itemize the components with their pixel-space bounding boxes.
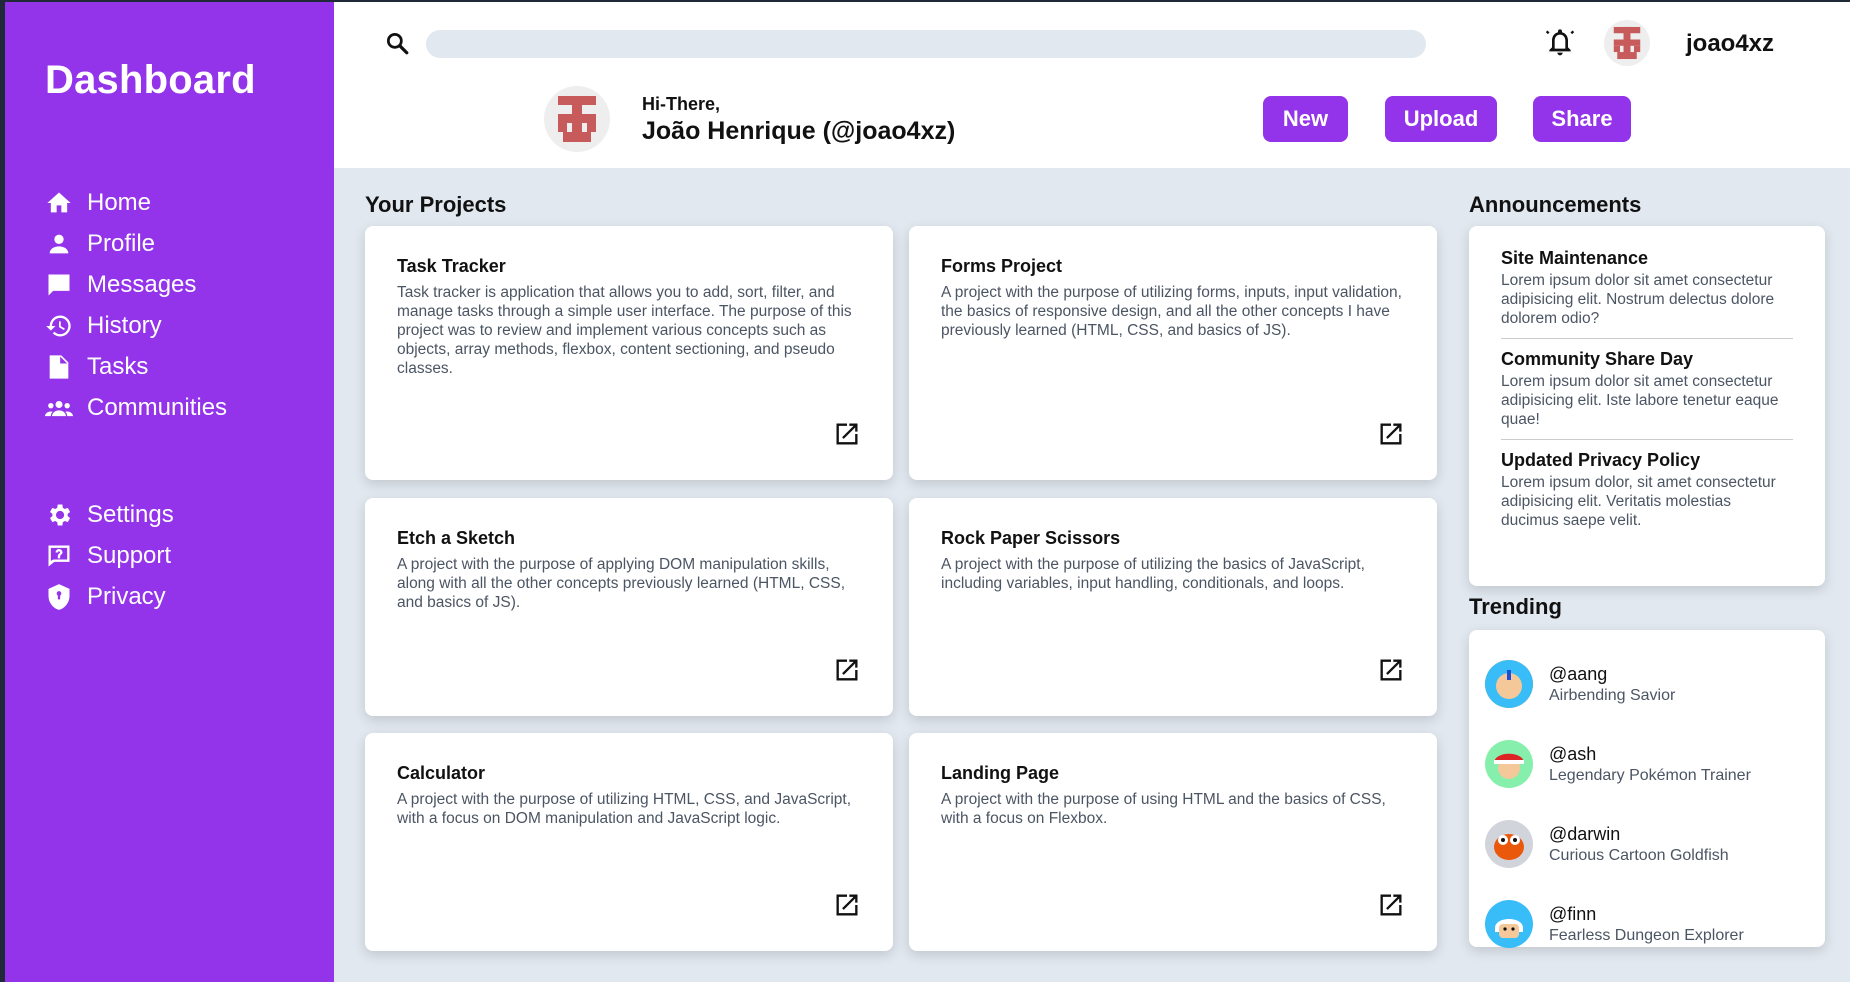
sidebar-main-nav: Home Profile Messages History Tasks Comm… [45, 182, 325, 428]
avatar [1485, 660, 1533, 708]
project-card: Task Tracker Task tracker is application… [365, 226, 893, 480]
sidebar-item-messages[interactable]: Messages [45, 264, 325, 305]
gear-icon [45, 501, 73, 529]
project-name: Calculator [397, 763, 486, 783]
trending-handle: @ash [1549, 743, 1597, 764]
home-icon [45, 189, 73, 217]
sidebar: Dashboard Home Profile Messages History [0, 2, 334, 982]
external-link-icon[interactable] [833, 891, 861, 919]
trending-handle: @aang [1549, 663, 1608, 684]
sidebar-item-profile[interactable]: Profile [45, 223, 325, 264]
external-link-icon[interactable] [833, 420, 861, 448]
external-link-icon[interactable] [1377, 420, 1405, 448]
sidebar-item-home[interactable]: Home [45, 182, 325, 223]
sidebar-item-label: Communities [87, 393, 228, 421]
sidebar-item-privacy[interactable]: Privacy [45, 576, 325, 617]
announcement-body: Lorem ipsum dolor sit amet consectetur a… [1501, 373, 1779, 428]
projects-title: Your Projects [365, 192, 507, 217]
project-card: Etch a Sketch A project with the purpose… [365, 498, 893, 716]
sidebar-item-history[interactable]: History [45, 305, 325, 346]
group-icon [45, 394, 73, 422]
bell-icon[interactable] [1544, 26, 1576, 58]
header: joao4xz Hi-There, João Henrique (@joao4x… [334, 2, 1850, 168]
share-button[interactable]: Share [1533, 96, 1631, 142]
document-icon [45, 353, 73, 381]
sidebar-item-label: Settings [87, 500, 174, 528]
project-description: A project with the purpose of applying D… [397, 556, 845, 611]
announcement-item[interactable]: Updated Privacy Policy Lorem ipsum dolor… [1501, 450, 1793, 540]
sidebar-item-label: Tasks [87, 352, 149, 380]
project-card: Landing Page A project with the purpose … [909, 733, 1437, 951]
search-input[interactable] [426, 30, 1426, 58]
sidebar-item-label: Support [87, 541, 172, 569]
trending-user[interactable]: @finn Fearless Dungeon Explorer [1485, 884, 1809, 964]
external-link-icon[interactable] [1377, 656, 1405, 684]
user-icon [45, 230, 73, 258]
trending-panel: @aang Airbending Savior @ash Legendary P… [1469, 630, 1825, 948]
project-description: A project with the purpose of using HTML… [941, 791, 1386, 827]
project-card: Forms Project A project with the purpose… [909, 226, 1437, 480]
project-name: Forms Project [941, 256, 1063, 276]
trending-handle: @darwin [1549, 823, 1621, 844]
sidebar-item-settings[interactable]: Settings [45, 494, 325, 535]
shield-icon [45, 583, 73, 611]
user-full-name: João Henrique (@joao4xz) [642, 117, 956, 145]
announcement-title: Updated Privacy Policy [1501, 450, 1701, 470]
announcement-title: Site Maintenance [1501, 248, 1649, 268]
search-icon[interactable] [384, 30, 410, 56]
announcement-item[interactable]: Site Maintenance Lorem ipsum dolor sit a… [1501, 248, 1793, 339]
sidebar-item-label: Privacy [87, 582, 166, 610]
new-button[interactable]: New [1263, 96, 1348, 142]
avatar [1485, 900, 1533, 948]
help-icon [45, 542, 73, 570]
sidebar-item-label: History [87, 311, 162, 339]
history-icon [45, 312, 73, 340]
external-link-icon[interactable] [1377, 891, 1405, 919]
upload-button[interactable]: Upload [1385, 96, 1497, 142]
project-card: Rock Paper Scissors A project with the p… [909, 498, 1437, 716]
profile-avatar [544, 86, 610, 152]
chat-icon [45, 271, 73, 299]
trending-description: Curious Cartoon Goldfish [1549, 846, 1729, 864]
sidebar-item-label: Home [87, 188, 152, 216]
trending-description: Airbending Savior [1549, 686, 1676, 704]
trending-user[interactable]: @darwin Curious Cartoon Goldfish [1485, 804, 1809, 884]
project-name: Rock Paper Scissors [941, 528, 1121, 548]
sidebar-secondary-nav: Settings Support Privacy [45, 494, 325, 617]
project-description: A project with the purpose of utilizing … [397, 791, 852, 827]
trending-handle: @finn [1549, 903, 1597, 924]
project-name: Task Tracker [397, 256, 506, 276]
project-name: Etch a Sketch [397, 528, 516, 548]
external-link-icon[interactable] [833, 656, 861, 684]
header-username[interactable]: joao4xz [1686, 30, 1774, 58]
trending-title: Trending [1469, 594, 1562, 619]
sidebar-item-label: Messages [87, 270, 197, 298]
project-description: Task tracker is application that allows … [397, 284, 852, 377]
trending-description: Fearless Dungeon Explorer [1549, 926, 1744, 944]
announcements-title: Announcements [1469, 192, 1642, 217]
greeting: Hi-There, [642, 94, 721, 114]
announcements-panel: Site Maintenance Lorem ipsum dolor sit a… [1469, 226, 1825, 586]
announcement-body: Lorem ipsum dolor, sit amet consectetur … [1501, 474, 1776, 529]
project-card: Calculator A project with the purpose of… [365, 733, 893, 951]
trending-description: Legendary Pokémon Trainer [1549, 766, 1751, 784]
project-description: A project with the purpose of utilizing … [941, 284, 1402, 339]
sidebar-title: Dashboard [45, 58, 256, 102]
sidebar-item-communities[interactable]: Communities [45, 387, 325, 428]
announcement-body: Lorem ipsum dolor sit amet consectetur a… [1501, 272, 1775, 327]
avatar [1485, 820, 1533, 868]
avatar [1485, 740, 1533, 788]
avatar[interactable] [1604, 20, 1650, 66]
announcement-title: Community Share Day [1501, 349, 1694, 369]
sidebar-item-support[interactable]: Support [45, 535, 325, 576]
trending-user[interactable]: @aang Airbending Savior [1485, 644, 1809, 724]
project-name: Landing Page [941, 763, 1060, 783]
trending-user[interactable]: @ash Legendary Pokémon Trainer [1485, 724, 1809, 804]
sidebar-item-tasks[interactable]: Tasks [45, 346, 325, 387]
announcement-item[interactable]: Community Share Day Lorem ipsum dolor si… [1501, 349, 1793, 440]
project-description: A project with the purpose of utilizing … [941, 556, 1365, 592]
sidebar-item-label: Profile [87, 229, 156, 257]
